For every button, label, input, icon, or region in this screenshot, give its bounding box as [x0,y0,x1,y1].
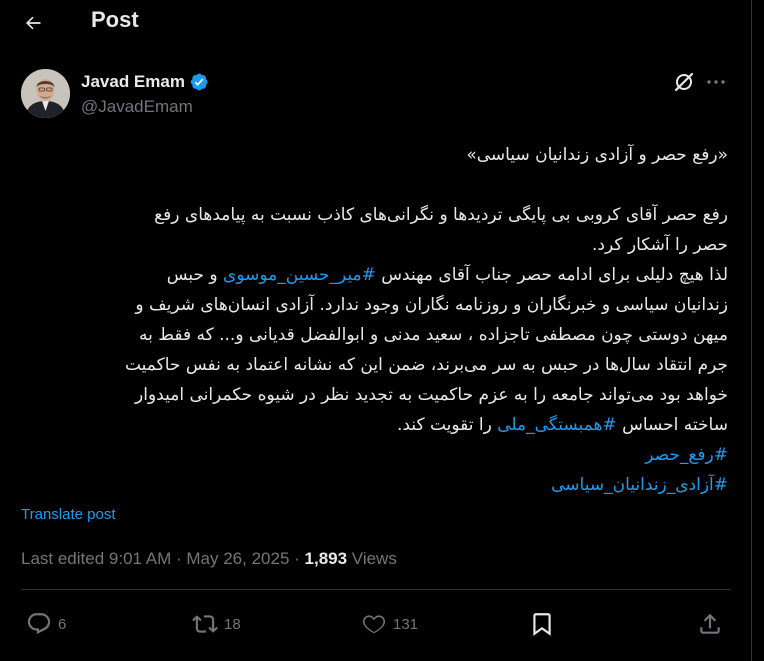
post-text: «رفع حصر و آزادی زندانیان سیاسی» رفع حصر … [20,140,728,500]
arrow-left-icon [25,16,41,30]
post-date[interactable]: May 26, 2025 [186,549,289,568]
repost-button[interactable]: 18 [192,610,241,638]
hashtag-link[interactable]: #میر_حسین_موسوی [223,265,376,285]
like-button[interactable]: 131 [361,610,418,638]
post-text-segment: حصر را آشکار کرد. [592,235,728,255]
post-text-line: لذا هیچ دلیلی برای ادامه حصر جناب آقای م… [20,260,728,290]
post-text-segment: میهن دوستی چون مصطفی تاجزاده ، سعید مدنی… [138,325,728,345]
repost-icon [192,615,218,633]
bookmark-button[interactable] [529,610,555,638]
bookmark-icon [533,613,551,636]
more-icon [707,80,725,84]
post-text-segment: «رفع حصر و آزادی زندانیان سیاسی» [466,145,728,165]
meta-separator: · [289,549,305,568]
post-text-line: ساخته احساس #همبستگی_ملی را تقویت کند. [20,410,728,440]
hashtag-link[interactable]: #آزادی_زندانیان_سیاسی [551,475,728,495]
post-text-line: زندانیان سیاسی و خبرنگاران و روزنامه نگا… [20,290,728,320]
reply-count: 6 [58,615,67,633]
post-text-line: حصر را آشکار کرد. [20,230,728,260]
post-text-line: رفع حصر آقای کروبی بی پایگی تردیدها و نگ… [20,200,728,230]
post-meta: Last edited 9:01 AM · May 26, 2025 · 1,8… [21,549,397,569]
hashtag-link[interactable]: #همبستگی_ملی [497,415,616,435]
post-text-line: میهن دوستی چون مصطفی تاجزاده ، سعید مدنی… [20,320,728,350]
divider [21,589,731,590]
verified-badge-icon [190,73,208,91]
post-text-segment: زندانیان سیاسی و خبرنگاران و روزنامه نگا… [135,295,728,315]
post-text-segment: ساخته احساس [616,415,728,435]
post-text-segment: را تقویت کند. [397,415,498,435]
post-page: Post Javad Emam @JavadEmam «رفع حصر و آز… [0,0,752,661]
action-bar: 6 18 131 [0,610,752,640]
post-text-segment: خواهد بود می‌تواند جامعه را به عزم حاکمی… [135,385,728,405]
heart-icon [362,615,386,634]
grok-icon [674,72,694,92]
like-count: 131 [393,615,419,633]
page-title: Post [91,7,139,32]
post-text-segment: و حبس [166,265,224,285]
share-button[interactable] [697,610,723,638]
share-icon [700,613,720,634]
more-options-button[interactable] [704,70,728,94]
post-text-segment: رفع حصر آقای کروبی بی پایگی تردیدها و نگ… [154,205,728,225]
post-text-line: «رفع حصر و آزادی زندانیان سیاسی» [20,140,728,170]
grok-button[interactable] [672,70,696,94]
reply-icon [27,613,51,635]
avatar-image [21,69,70,118]
edited-time[interactable]: Last edited 9:01 AM [21,549,171,568]
author-handle[interactable]: @JavadEmam [81,97,193,117]
post-text-line: #رفع_حصر [20,440,728,470]
author-name-row[interactable]: Javad Emam [81,72,209,92]
page-header: Post [0,0,752,44]
avatar[interactable] [21,69,70,118]
repost-count: 18 [224,615,241,633]
hashtag-link[interactable]: #رفع_حصر [645,445,728,465]
reply-button[interactable]: 6 [26,610,66,638]
back-button[interactable] [18,8,48,38]
post-text-line: #آزادی_زندانیان_سیاسی [20,470,728,500]
meta-separator: · [171,549,187,568]
post-text-line: جرم انتقاد سال‌ها در حبس به سر می‌برند، … [20,350,728,380]
post-text-line: خواهد بود می‌تواند جامعه را به عزم حاکمی… [20,380,728,410]
post-text-segment: جرم انتقاد سال‌ها در حبس به سر می‌برند، … [124,355,728,375]
author-name[interactable]: Javad Emam [81,72,185,92]
views-label: Views [347,549,397,568]
translate-post-link[interactable]: Translate post [21,506,116,523]
post-text-segment: لذا هیچ دلیلی برای ادامه حصر جناب آقای م… [375,265,728,285]
views-count: 1,893 [304,549,348,568]
